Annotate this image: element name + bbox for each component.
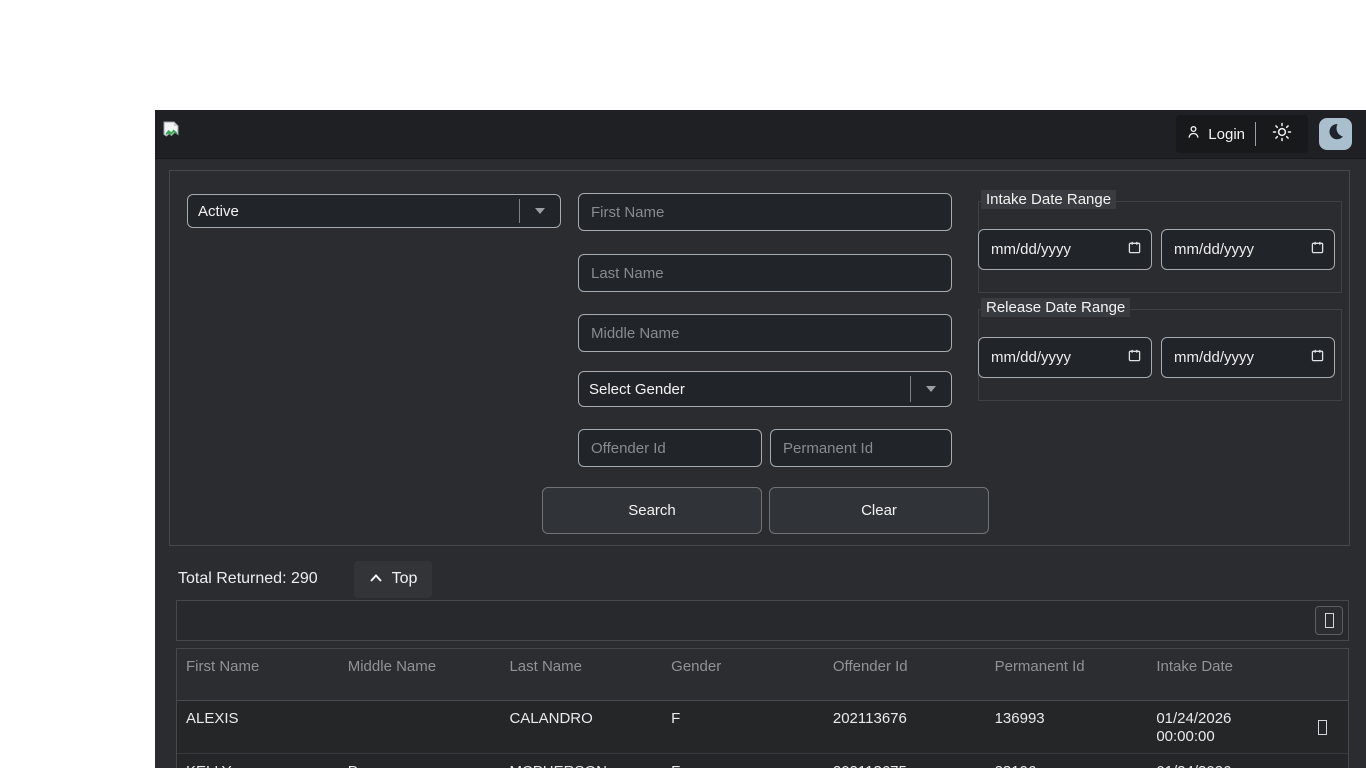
calendar-icon (1311, 241, 1324, 258)
calendar-icon (1311, 349, 1324, 366)
intake-end-date-input[interactable]: mm/dd/yyyy (1161, 229, 1335, 270)
chevron-down-icon (911, 372, 951, 406)
cell-intake-date: 01/24/2026 00:00:00 (1156, 710, 1232, 745)
grid-toolbar-button[interactable] (1315, 606, 1343, 635)
date-placeholder: mm/dd/yyyy (1174, 241, 1255, 258)
table-row[interactable]: KELLY P MCPHERSON F 202113675 23196 01/2… (177, 754, 1348, 768)
total-returned-label: Total Returned: 290 (178, 570, 318, 587)
intake-date-range-label: Intake Date Range (981, 190, 1117, 209)
calendar-icon (1128, 349, 1141, 366)
app-window: Login Active First Name Last Name Middle… (155, 110, 1366, 768)
broken-image-icon (163, 121, 183, 143)
navbar-right-group: Login (1176, 115, 1352, 153)
cell-middle-name (339, 701, 501, 753)
release-date-range-label: Release Date Range (981, 298, 1131, 317)
header-action-column (1309, 649, 1348, 700)
results-summary-bar: Total Returned: 290 Top (178, 560, 433, 598)
gender-select[interactable]: Select Gender (578, 371, 952, 407)
header-first-name[interactable]: First Name (177, 649, 339, 700)
grid-toolbar (176, 600, 1349, 641)
chevron-up-icon (369, 570, 383, 588)
offender-id-input[interactable] (578, 429, 762, 467)
release-start-date-input[interactable]: mm/dd/yyyy (978, 337, 1152, 378)
row-action-button[interactable] (1297, 701, 1348, 753)
date-placeholder: mm/dd/yyyy (991, 349, 1072, 366)
login-label: Login (1208, 125, 1245, 143)
navbar-divider (1255, 122, 1256, 146)
cell-middle-name: P (339, 754, 501, 768)
date-placeholder: mm/dd/yyyy (1174, 349, 1255, 366)
scroll-top-button[interactable]: Top (353, 560, 433, 598)
search-form-panel: Active Select Gender Search Clear Intake… (169, 170, 1350, 546)
header-intake-date[interactable]: Intake Date (1147, 649, 1309, 700)
person-icon (1186, 124, 1201, 144)
intake-start-date-input[interactable]: mm/dd/yyyy (978, 229, 1152, 270)
chevron-down-icon (520, 195, 560, 227)
login-theme-cluster: Login (1176, 115, 1308, 153)
cell-last-name: MCPHERSON (500, 754, 662, 768)
scroll-top-label: Top (391, 570, 418, 587)
sun-icon (1272, 122, 1292, 147)
cell-first-name: KELLY (177, 754, 339, 768)
missing-glyph-icon (1324, 613, 1334, 628)
cell-permanent-id: 136993 (994, 710, 1045, 727)
middle-name-input[interactable] (578, 314, 952, 352)
permanent-id-input[interactable] (770, 429, 952, 467)
cell-last-name: CALANDRO (509, 710, 593, 727)
grid-header-row: First Name Middle Name Last Name Gender … (177, 649, 1348, 701)
search-button[interactable]: Search (542, 487, 762, 534)
results-grid: First Name Middle Name Last Name Gender … (176, 648, 1349, 768)
last-name-input[interactable] (578, 254, 952, 292)
release-end-date-input[interactable]: mm/dd/yyyy (1161, 337, 1335, 378)
gender-select-value: Select Gender (589, 380, 685, 398)
header-offender-id[interactable]: Offender Id (824, 649, 986, 700)
cell-offender-id: 202113675 (824, 754, 986, 768)
status-select-value: Active (198, 202, 239, 220)
header-permanent-id[interactable]: Permanent Id (986, 649, 1148, 700)
cell-permanent-id: 23196 (986, 754, 1148, 768)
date-placeholder: mm/dd/yyyy (991, 241, 1072, 258)
light-theme-button[interactable] (1266, 119, 1298, 149)
cell-intake-date: 01/24/2026 (1147, 754, 1297, 768)
top-navbar: Login (155, 110, 1366, 159)
calendar-icon (1128, 241, 1141, 258)
intake-date-range-fieldset: Intake Date Range mm/dd/yyyy mm/dd/yyyy (978, 190, 1342, 293)
clear-button[interactable]: Clear (769, 487, 989, 534)
cell-first-name: ALEXIS (186, 710, 239, 727)
dark-theme-button[interactable] (1319, 118, 1352, 150)
cell-gender: F (671, 710, 681, 727)
row-action-button[interactable] (1297, 754, 1348, 768)
moon-icon (1326, 122, 1345, 146)
header-gender[interactable]: Gender (662, 649, 824, 700)
release-date-range-fieldset: Release Date Range mm/dd/yyyy mm/dd/yyyy (978, 298, 1342, 401)
status-select[interactable]: Active (187, 194, 561, 228)
first-name-input[interactable] (578, 193, 952, 231)
login-button[interactable]: Login (1186, 124, 1245, 144)
cell-offender-id: 202113676 (832, 710, 907, 727)
table-row[interactable]: ALEXIS CALANDRO F 202113676 136993 01/24… (177, 701, 1348, 754)
missing-glyph-icon (1318, 719, 1328, 735)
header-middle-name[interactable]: Middle Name (339, 649, 501, 700)
header-last-name[interactable]: Last Name (500, 649, 662, 700)
cell-gender: F (662, 754, 824, 768)
